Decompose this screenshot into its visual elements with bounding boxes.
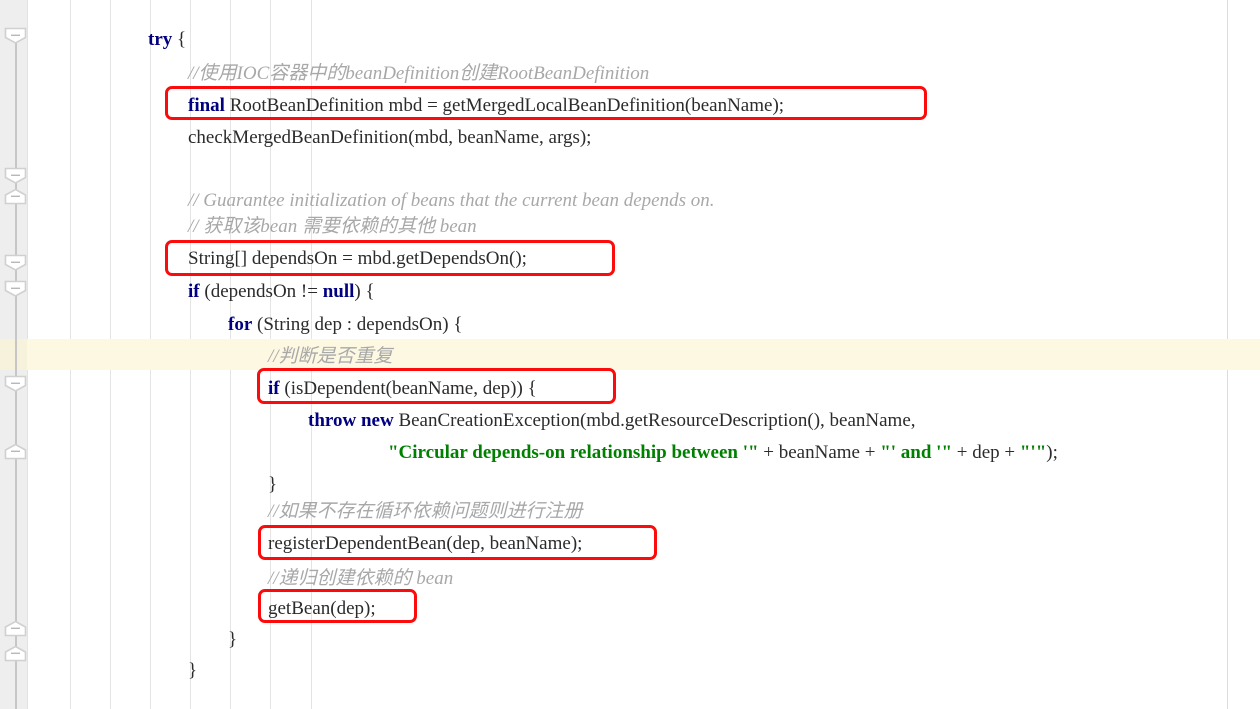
line-register[interactable]: registerDependentBean(dep, beanName); [268,532,582,556]
line-if-null[interactable]: if (dependsOn != null) { [188,280,375,304]
line-comment-huoqu[interactable]: // 获取该bean 需要依赖的其他 bean [188,215,477,239]
line-comment-register[interactable]: //如果不存在循环依赖问题则进行注册 [268,500,583,524]
line-close-if[interactable]: } [268,473,277,497]
line-dependson[interactable]: String[] dependsOn = mbd.getDependsOn(); [188,247,527,271]
line-getbean[interactable]: getBean(dep); [268,597,376,621]
line-try[interactable]: try { [148,28,186,52]
line-close-ifnull[interactable]: } [188,659,197,683]
line-throw[interactable]: throw new BeanCreationException(mbd.getR… [308,409,916,433]
line-comment-recurse[interactable]: //递归创建依赖的 bean [268,567,453,591]
line-check-merged[interactable]: checkMergedBeanDefinition(mbd, beanName,… [188,126,591,150]
code-editor-view: try {//使用IOC容器中的beanDefinition创建RootBean… [0,0,1260,709]
line-throw-msg[interactable]: "Circular depends-on relationship betwee… [388,441,1058,465]
line-close-for[interactable]: } [228,628,237,652]
line-comment-panduan[interactable]: //判断是否重复 [268,345,393,369]
line-comment-guarantee[interactable]: // Guarantee initialization of beans tha… [188,189,715,213]
code-text-layer[interactable]: try {//使用IOC容器中的beanDefinition创建RootBean… [0,0,1260,709]
line-comment-ioc[interactable]: //使用IOC容器中的beanDefinition创建RootBeanDefin… [188,62,649,86]
line-for-dep[interactable]: for (String dep : dependsOn) { [228,313,462,337]
line-final-mbd[interactable]: final RootBeanDefinition mbd = getMerged… [188,94,784,118]
line-if-dependent[interactable]: if (isDependent(beanName, dep)) { [268,377,537,401]
